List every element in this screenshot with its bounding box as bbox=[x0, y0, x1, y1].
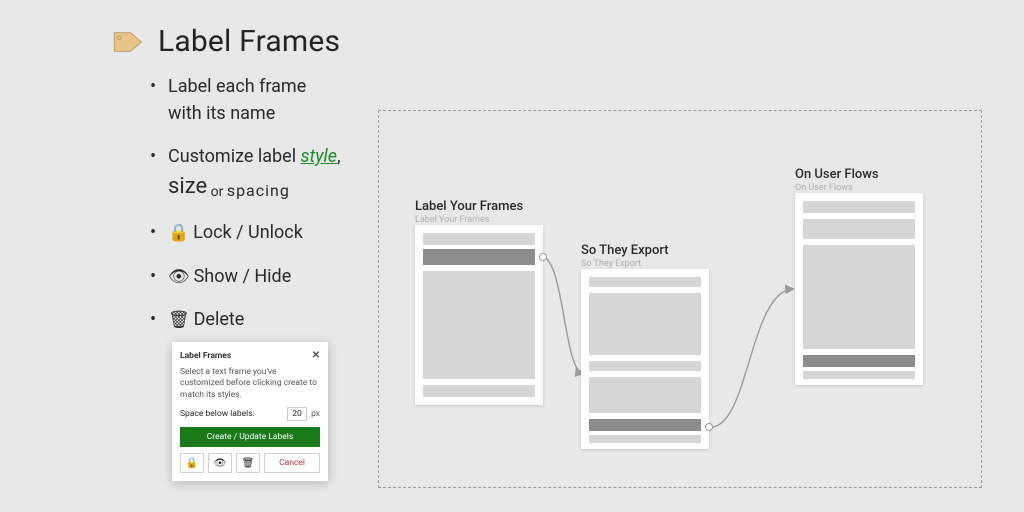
space-below-label: Space below labels: bbox=[180, 409, 283, 419]
frame-3 bbox=[795, 193, 923, 385]
tag-icon bbox=[110, 29, 144, 55]
eye-icon: 👁 bbox=[168, 267, 190, 287]
lock-button[interactable]: 🔒 bbox=[180, 453, 204, 473]
bullet-show-hide: 👁Show / Hide bbox=[150, 263, 360, 291]
frame2-sublabel: So They Export bbox=[581, 259, 641, 269]
page-title: Label Frames bbox=[158, 24, 340, 59]
cancel-button[interactable]: Cancel bbox=[264, 453, 320, 473]
frame3-label: On User Flows bbox=[795, 167, 879, 182]
frame-1 bbox=[415, 225, 543, 405]
dialog-title: Label Frames bbox=[180, 351, 231, 361]
visibility-button[interactable]: 👁 bbox=[208, 453, 232, 473]
space-below-unit: px bbox=[311, 409, 320, 419]
lock-icon: 🔒 bbox=[168, 223, 189, 243]
frame1-label: Label Your Frames bbox=[415, 199, 523, 214]
bullet-lock-unlock: 🔒Lock / Unlock bbox=[150, 219, 360, 247]
preview-canvas: Label Your Frames Label Your Frames So T… bbox=[378, 110, 982, 488]
label-frames-dialog: Label Frames ✕ Select a text frame you'v… bbox=[172, 342, 328, 481]
style-word: style bbox=[301, 146, 337, 167]
bullet-delete: 🗑Delete bbox=[150, 306, 360, 334]
frame2-label: So They Export bbox=[581, 243, 669, 258]
feature-list: Label each frame with its name Customize… bbox=[110, 73, 360, 350]
create-update-button[interactable]: Create / Update Labels bbox=[180, 427, 320, 447]
dialog-help-text: Select a text frame you've customized be… bbox=[180, 367, 320, 401]
connector-dot bbox=[539, 253, 547, 261]
delete-button[interactable]: 🗑 bbox=[236, 453, 260, 473]
spacing-word: spacing bbox=[227, 181, 290, 200]
trash-icon: 🗑 bbox=[168, 310, 190, 330]
bullet-customize-style: Customize label style, size or spacing bbox=[150, 143, 360, 203]
frame3-sublabel: On User Flows bbox=[795, 183, 853, 193]
size-word: size bbox=[168, 174, 207, 199]
close-icon[interactable]: ✕ bbox=[312, 350, 320, 361]
connector-dot bbox=[705, 423, 713, 431]
bullet-label-frames: Label each frame with its name bbox=[150, 73, 360, 127]
space-below-input[interactable]: 20 bbox=[287, 407, 307, 421]
frame1-sublabel: Label Your Frames bbox=[415, 215, 489, 225]
frame-2 bbox=[581, 269, 709, 449]
